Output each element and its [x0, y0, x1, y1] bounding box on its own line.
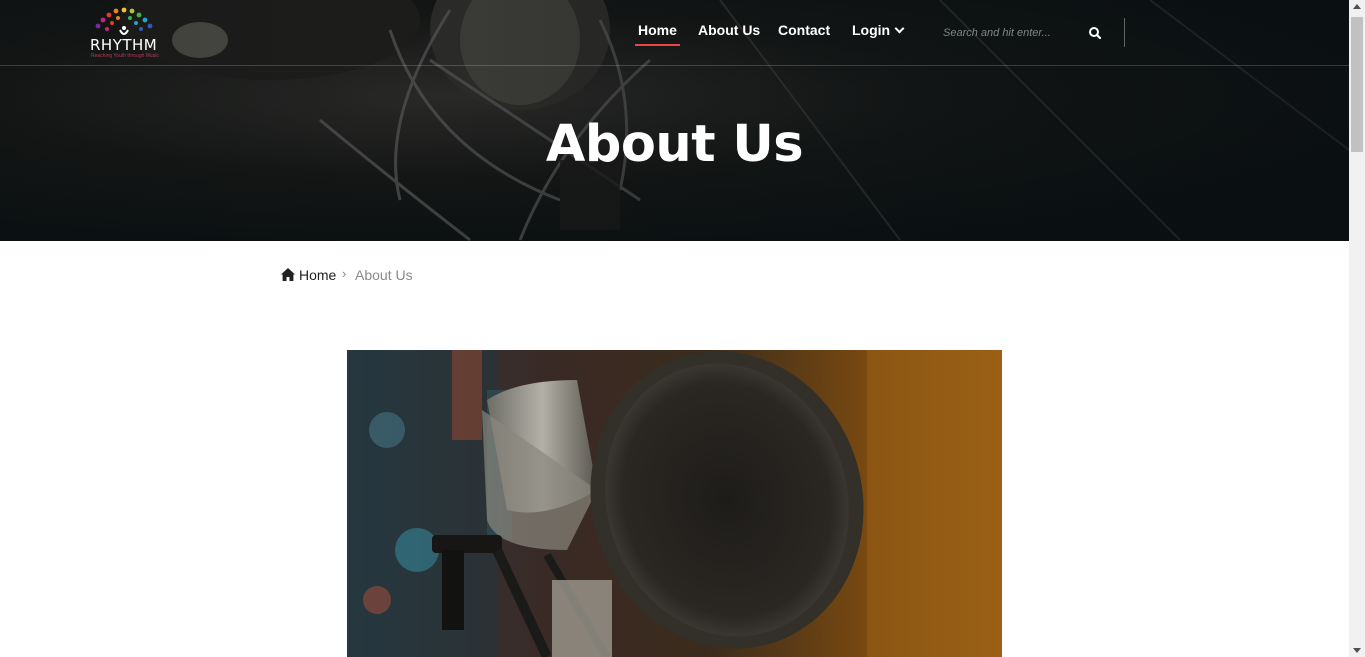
nav-contact-link[interactable]: Contact — [778, 22, 830, 38]
nav-about-us-link[interactable]: About Us — [698, 22, 760, 38]
vertical-scrollbar[interactable] — [1349, 0, 1365, 657]
scroll-up-arrow-icon[interactable] — [1353, 4, 1361, 9]
logo-tagline: Reaching Youth through Music — [91, 53, 159, 59]
nav-login-label: Login — [852, 22, 891, 38]
breadcrumb-current: About Us — [355, 267, 413, 283]
featured-image-microphone — [347, 350, 1002, 657]
nav-home-link[interactable]: Home — [635, 22, 680, 46]
scroll-down-arrow-icon[interactable] — [1353, 648, 1361, 653]
nav-login-dropdown[interactable]: Login — [852, 22, 905, 38]
home-icon[interactable] — [280, 267, 296, 282]
hero-banner: RHYTHM Reaching Youth through Music Home… — [0, 0, 1349, 241]
header-divider — [1124, 18, 1125, 47]
search-icon[interactable] — [1086, 24, 1104, 42]
logo-text: RHYTHM — [90, 36, 158, 54]
microphone-illustration — [347, 350, 1002, 657]
breadcrumb-separator: › — [342, 266, 347, 281]
search-form — [936, 18, 1106, 48]
chevron-down-icon — [894, 23, 905, 34]
page: RHYTHM Reaching Youth through Music Home… — [0, 0, 1349, 657]
top-navigation-bar: RHYTHM Reaching Youth through Music Home… — [0, 0, 1349, 66]
search-input[interactable] — [936, 18, 1076, 48]
breadcrumb-home-link[interactable]: Home — [299, 267, 336, 283]
scrollbar-thumb[interactable] — [1351, 17, 1363, 152]
page-title: About Us — [545, 115, 804, 174]
